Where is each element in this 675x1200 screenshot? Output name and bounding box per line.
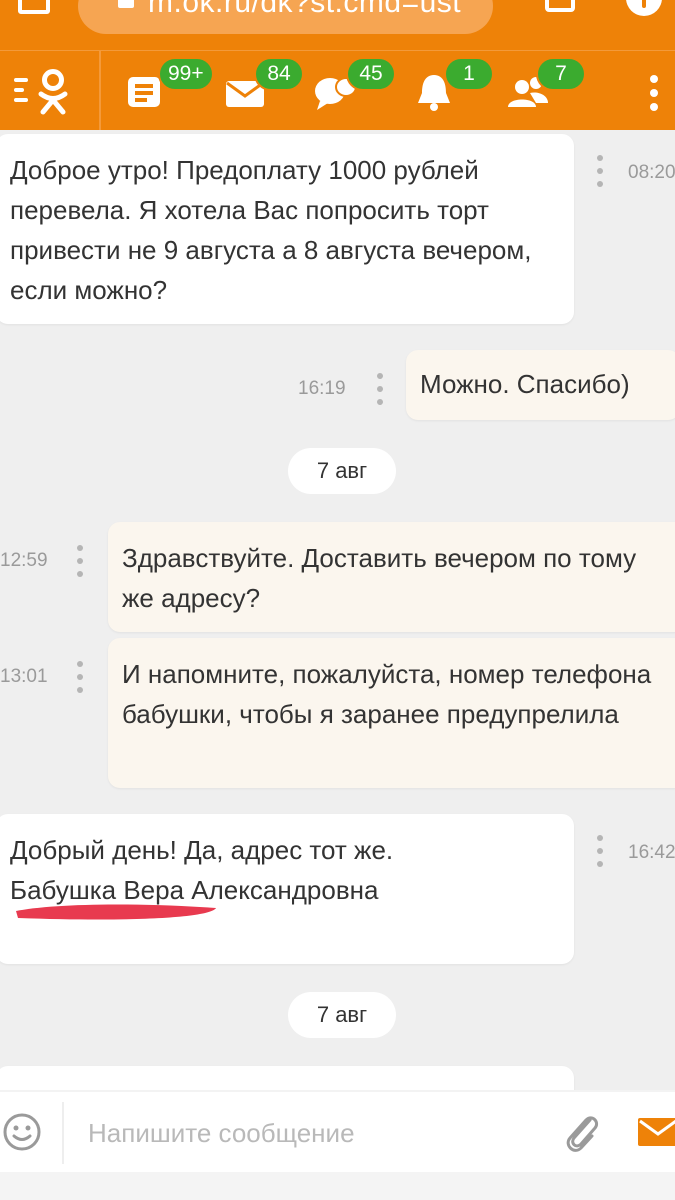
message-bubble-outgoing[interactable]: Можно. Спасибо) [406, 350, 675, 420]
message-menu-icon[interactable] [76, 544, 84, 578]
discussions-badge: 45 [346, 57, 396, 91]
message-time: 16:19 [298, 378, 346, 399]
message-text-line: Добрый день! Да, адрес тот же. [10, 835, 394, 865]
message-time: 16:42 [628, 842, 675, 863]
message-menu-icon[interactable] [596, 154, 604, 188]
paperclip-icon[interactable] [560, 1108, 600, 1156]
composer-separator [62, 1102, 64, 1164]
redaction-mark [16, 904, 216, 920]
message-time: 13:01 [0, 666, 48, 687]
message-text: Здравствуйте. Доставить вечером по тому … [122, 543, 637, 613]
message-menu-icon[interactable] [596, 834, 604, 868]
more-vertical-icon[interactable] [646, 73, 662, 113]
message-text: Доброе утро! Предоплату 1000 рублей пере… [10, 155, 532, 305]
composer-divider [0, 1090, 675, 1092]
guests-badge: 7 [536, 57, 586, 91]
tabs-icon[interactable] [545, 0, 575, 12]
message-bubble-incoming[interactable]: Доброе утро! Предоплату 1000 рублей пере… [0, 134, 574, 324]
messages-badge: 84 [254, 57, 304, 91]
smiley-icon[interactable] [2, 1112, 42, 1152]
message-text: И напомните, пожалуйста, номер телефона … [122, 659, 652, 729]
chat-area: Доброе утро! Предоплату 1000 рублей пере… [0, 130, 675, 1090]
date-separator: 7 авг [288, 448, 396, 494]
notifications-badge: 1 [444, 57, 494, 91]
message-bubble-incoming[interactable] [0, 1066, 574, 1090]
lock-icon [118, 0, 134, 8]
header-divider [99, 51, 101, 131]
date-separator: 7 авг [288, 992, 396, 1038]
bottom-strip [0, 1172, 675, 1200]
app-header: 99+ 84 45 1 7 [0, 50, 675, 131]
alert-icon[interactable] [626, 0, 662, 16]
browser-toolbar: m.ok.ru/dk?st.cmd=ust [0, 0, 675, 50]
message-time: 08:20 [628, 162, 675, 183]
message-input[interactable] [86, 1108, 540, 1158]
message-bubble-outgoing[interactable]: Здравствуйте. Доставить вечером по тому … [108, 522, 675, 632]
url-text[interactable]: m.ok.ru/dk?st.cmd=ust [148, 0, 488, 20]
home-icon[interactable] [18, 0, 50, 14]
message-bubble-outgoing[interactable]: И напомните, пожалуйста, номер телефона … [108, 638, 675, 788]
message-menu-icon[interactable] [76, 660, 84, 694]
feed-badge: 99+ [158, 57, 214, 91]
message-bubble-incoming[interactable]: Добрый день! Да, адрес тот же. Бабушка В… [0, 814, 574, 964]
message-time: 12:59 [0, 550, 48, 571]
ok-menu-icon[interactable] [12, 67, 82, 115]
message-menu-icon[interactable] [376, 372, 384, 406]
message-text: Можно. Спасибо) [420, 369, 630, 399]
send-envelope-icon[interactable] [638, 1118, 675, 1146]
